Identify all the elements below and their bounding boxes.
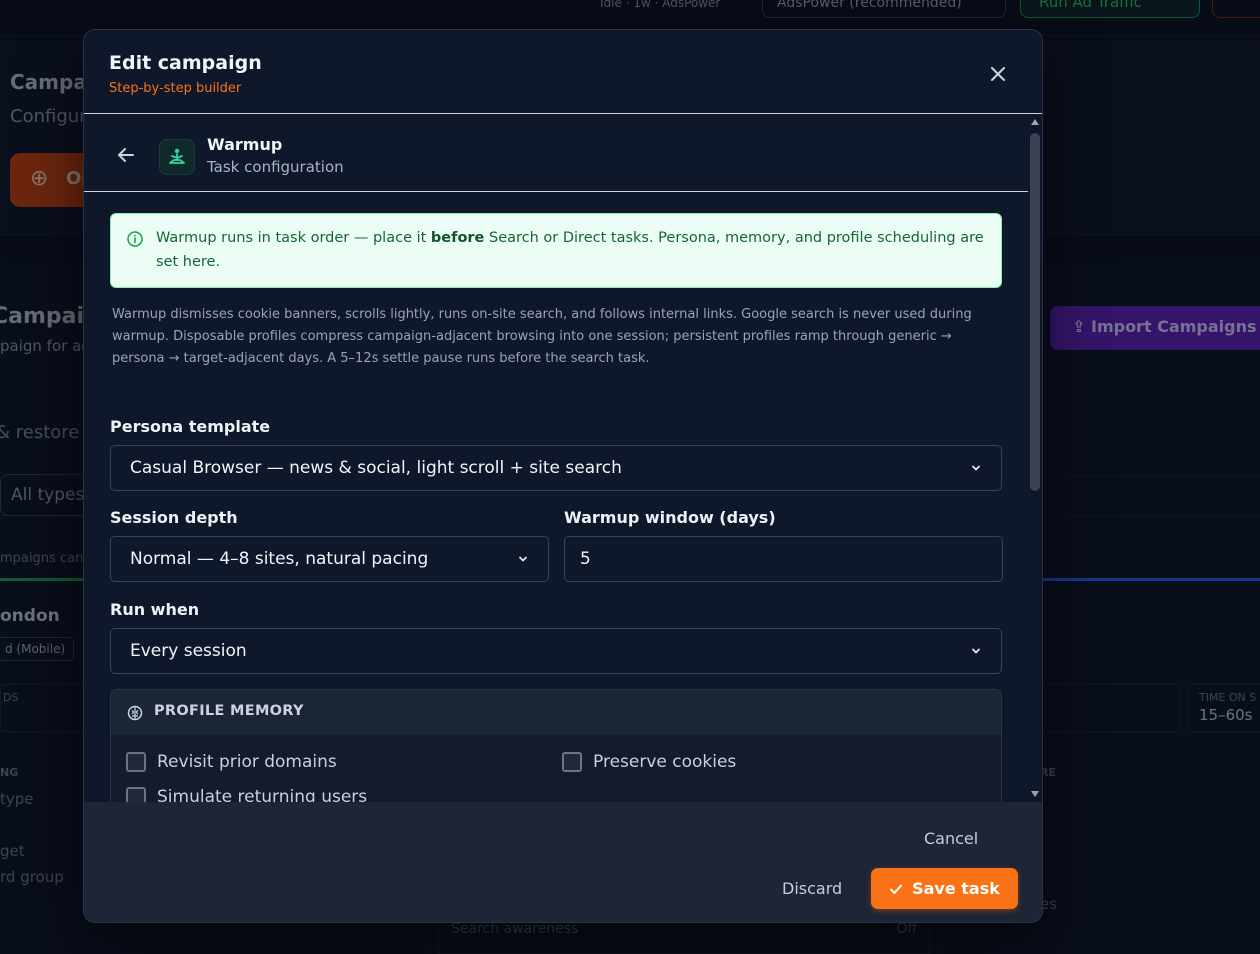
modal-subtitle: Step-by-step builder [109, 81, 242, 96]
simulate-returning-users-checkbox[interactable]: Simulate returning users [126, 787, 367, 802]
chevron-down-icon [972, 465, 980, 471]
checkbox-box[interactable] [126, 787, 146, 802]
back-button[interactable] [117, 146, 137, 166]
warmup-description: Warmup dismisses cookie banners, scrolls… [112, 307, 972, 366]
persona-template-value: Casual Browser — news & social, light sc… [130, 458, 622, 478]
arrow-left-icon [118, 148, 134, 162]
chevron-down-icon [972, 648, 980, 654]
scroll-up-arrow-icon[interactable] [1031, 119, 1039, 125]
checkbox-label: Revisit prior domains [157, 752, 337, 772]
task-header: Warmup Task configuration [84, 115, 1028, 192]
checkbox-label: Simulate returning users [157, 787, 368, 802]
persona-template-label: Persona template [110, 417, 271, 436]
warmup-window-input[interactable]: 5 [564, 536, 1003, 582]
cancel-button[interactable]: Cancel [924, 829, 978, 848]
profile-memory-header: PROFILE MEMORY [111, 690, 1001, 735]
info-text-bold: before [430, 230, 485, 246]
save-task-button[interactable]: Save task [871, 868, 1018, 909]
chevron-down-icon [519, 556, 527, 562]
checkbox-box[interactable] [126, 752, 146, 772]
run-when-label: Run when [110, 600, 200, 619]
session-depth-select[interactable]: Normal — 4–8 sites, natural pacing [110, 536, 549, 582]
close-icon [991, 67, 1005, 81]
preserve-cookies-checkbox[interactable]: Preserve cookies [562, 752, 736, 772]
warmup-task-icon [159, 139, 195, 175]
close-button[interactable] [986, 62, 1010, 86]
task-name: Warmup [207, 135, 283, 154]
scrollbar-thumb[interactable] [1030, 133, 1040, 491]
check-icon [890, 884, 903, 894]
checkbox-box[interactable] [562, 752, 582, 772]
persona-template-select[interactable]: Casual Browser — news & social, light sc… [110, 445, 1002, 491]
modal-header: Edit campaign Step-by-step builder [84, 30, 1042, 114]
discard-button[interactable]: Discard [782, 879, 842, 898]
modal-body: Warmup Task configuration Warmup runs in… [84, 115, 1028, 802]
info-text: Warmup runs in task order — place it bef… [156, 226, 986, 274]
brain-icon [127, 705, 143, 721]
info-alert: Warmup runs in task order — place it bef… [110, 213, 1002, 288]
revisit-prior-domains-checkbox[interactable]: Revisit prior domains [126, 752, 337, 772]
modal-scrollbar[interactable] [1028, 115, 1042, 802]
warmup-window-label: Warmup window (days) [564, 508, 776, 527]
info-text-pre: Warmup runs in task order — place it [156, 230, 431, 246]
edit-campaign-modal: Edit campaign Step-by-step builder Warmu… [83, 29, 1043, 923]
session-depth-value: Normal — 4–8 sites, natural pacing [130, 549, 429, 569]
info-icon [127, 231, 143, 247]
modal-footer: Cancel Discard Save task [84, 802, 1042, 922]
modal-title: Edit campaign [109, 52, 262, 74]
checkbox-label: Preserve cookies [593, 752, 737, 772]
profile-memory-title: PROFILE MEMORY [154, 703, 304, 719]
run-when-select[interactable]: Every session [110, 628, 1002, 674]
meditation-icon [169, 148, 185, 164]
task-subtitle: Task configuration [207, 158, 344, 176]
scroll-down-arrow-icon[interactable] [1031, 791, 1039, 797]
session-depth-label: Session depth [110, 508, 238, 527]
profile-memory-section: PROFILE MEMORY Revisit prior domains Pre… [110, 689, 1002, 802]
run-when-value: Every session [130, 641, 247, 661]
save-task-label: Save task [912, 879, 1000, 898]
